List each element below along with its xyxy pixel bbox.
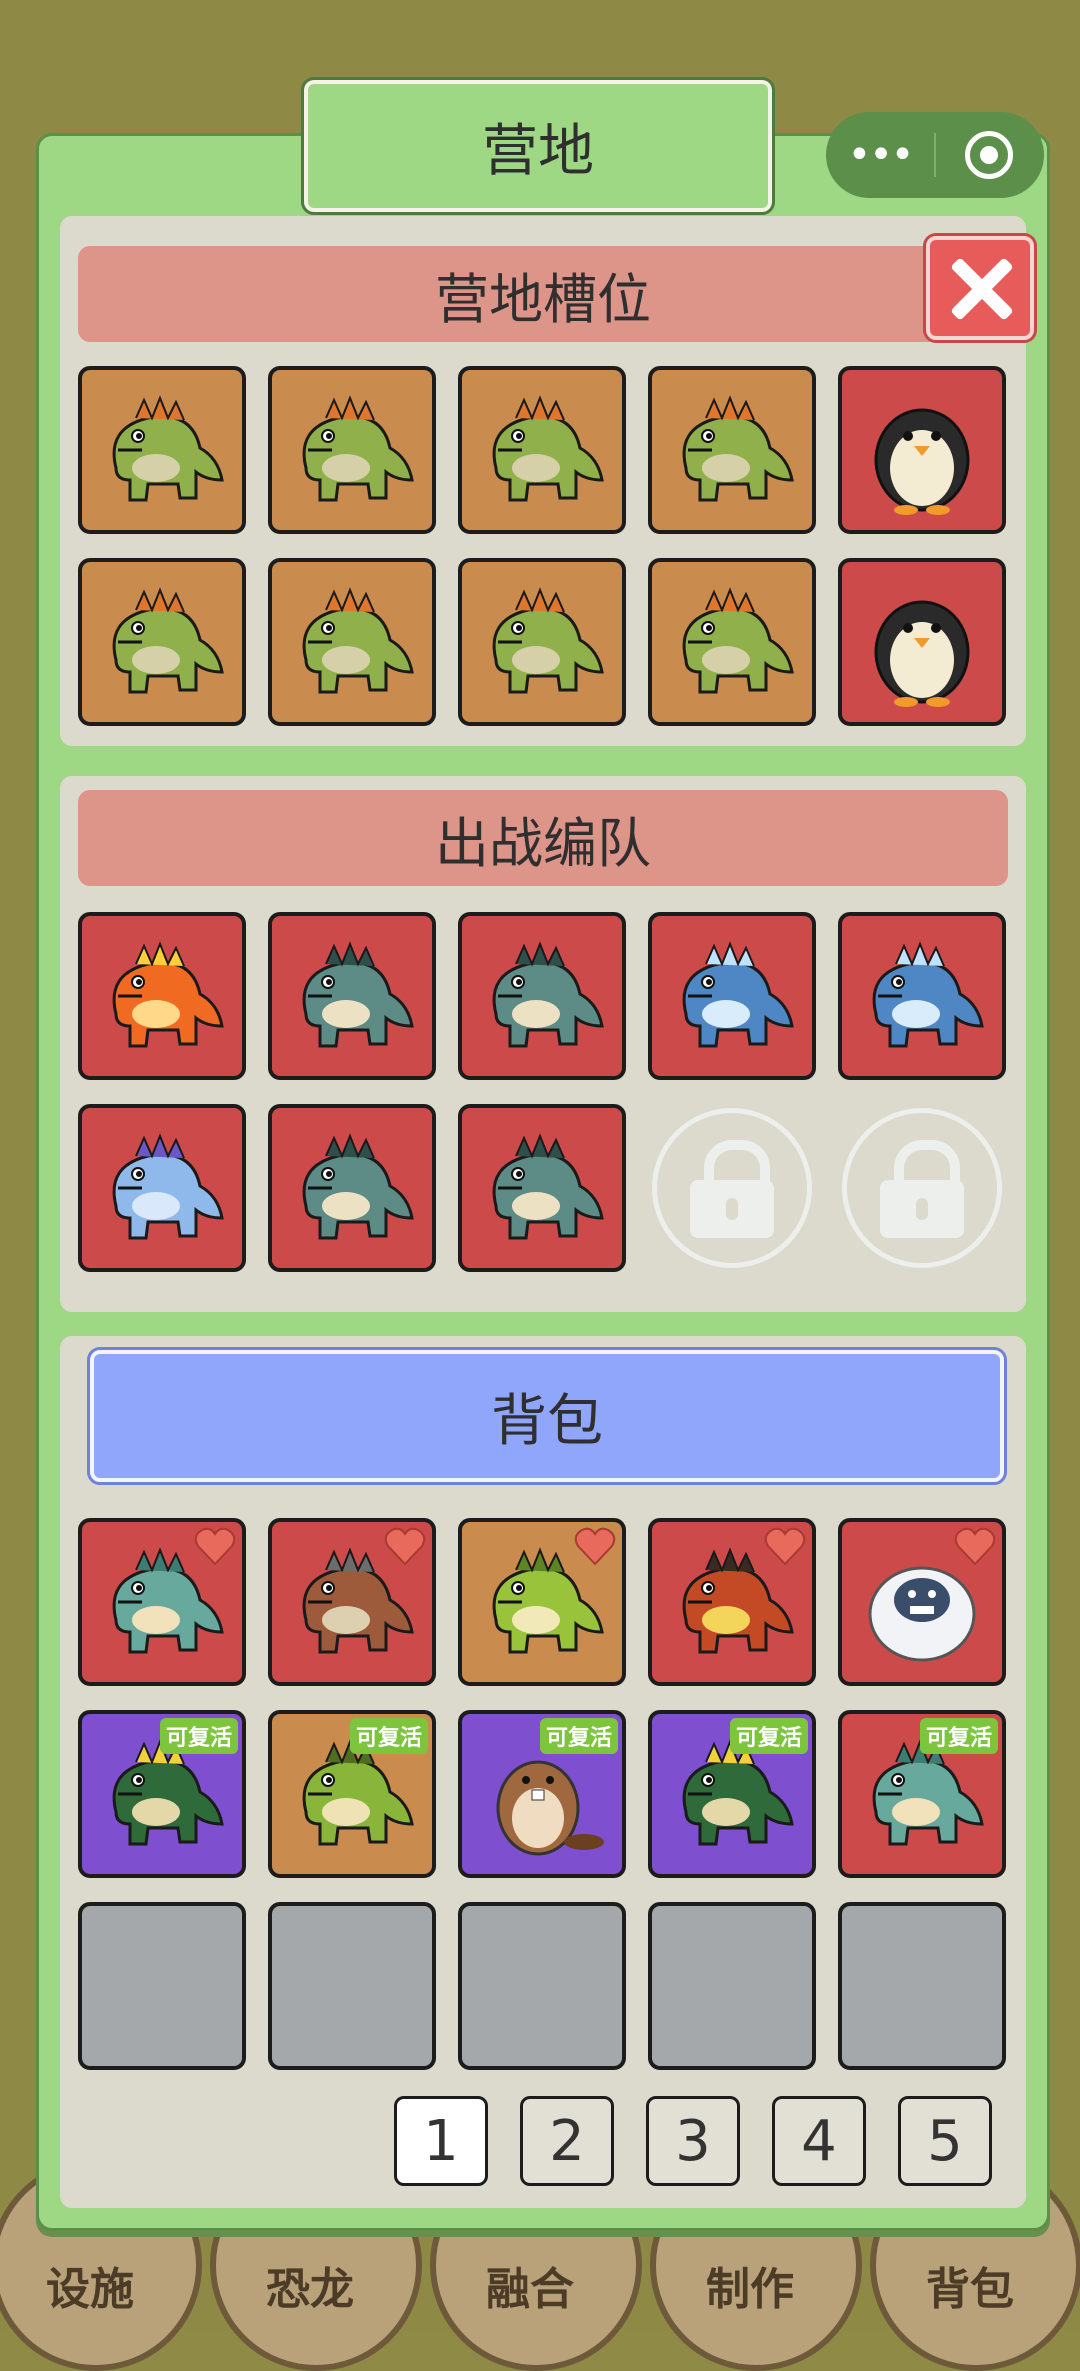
- bg-nav-label: 恐龙: [266, 2264, 354, 2315]
- stegosaurus-icon: [492, 395, 604, 502]
- backpack-slot[interactable]: [458, 1902, 626, 2070]
- camp-slots-header: 营地槽位: [78, 246, 1008, 342]
- camp-slot[interactable]: [648, 366, 816, 534]
- stegosaurus-icon: [112, 395, 224, 502]
- backpack-slot[interactable]: [648, 1902, 816, 2070]
- camp-slot[interactable]: [78, 558, 246, 726]
- camp-slots-panel: 营地槽位: [60, 216, 1026, 746]
- camp-title-tab: 营地: [301, 77, 775, 215]
- fire-dragon-icon: [112, 941, 224, 1048]
- revive-badge: 可复活: [539, 1718, 618, 1754]
- backpack-slot[interactable]: 可复活: [268, 1710, 436, 1878]
- mini-program-capsule: •••: [826, 112, 1044, 198]
- page-button-4[interactable]: 4: [772, 2096, 866, 2186]
- close-button[interactable]: [926, 236, 1034, 340]
- penguin-icon: [874, 600, 970, 707]
- battle-team-panel: 出战编队: [60, 776, 1026, 1312]
- close-icon: [947, 255, 1013, 321]
- more-icon[interactable]: •••: [826, 132, 934, 178]
- t-rex-teal-icon: [492, 1133, 604, 1240]
- bg-nav-label: 背包: [926, 2264, 1014, 2315]
- team-slot[interactable]: [458, 1104, 626, 1272]
- backpack-slot[interactable]: 可复活: [838, 1710, 1006, 1878]
- heart-icon: [954, 1527, 996, 1566]
- team-slot[interactable]: [648, 912, 816, 1080]
- camp-slot[interactable]: [838, 366, 1006, 534]
- backpack-panel: 背包 可复活 可复活 可复活 可复活 可复活: [60, 1336, 1026, 2208]
- backpack-slot[interactable]: [268, 1902, 436, 2070]
- bg-nav-label: 设施: [46, 2264, 134, 2315]
- backpack-slot[interactable]: 可复活: [458, 1710, 626, 1878]
- bg-nav-label: 制作: [706, 2264, 794, 2315]
- ice-ankylosaur-icon: [682, 941, 794, 1048]
- camp-slot[interactable]: [838, 558, 1006, 726]
- revive-badge: 可复活: [159, 1718, 238, 1754]
- camp-modal: 营地槽位 出战编队 背包 可复活 可复活 可复活 可复活 可复活: [36, 133, 1050, 2231]
- lock-icon: [842, 1108, 1002, 1268]
- stegosaurus-icon: [112, 587, 224, 694]
- stegosaurus-icon: [302, 587, 414, 694]
- t-rex-teal-icon: [302, 941, 414, 1048]
- heart-icon: [764, 1527, 806, 1566]
- revive-badge: 可复活: [349, 1718, 428, 1754]
- backpack-slot[interactable]: [838, 1518, 1006, 1686]
- stegosaurus-icon: [302, 395, 414, 502]
- heart-icon: [194, 1527, 236, 1566]
- camp-slot[interactable]: [648, 558, 816, 726]
- camp-slot[interactable]: [268, 558, 436, 726]
- battle-team-header: 出战编队: [78, 790, 1008, 886]
- page-button-1[interactable]: 1: [394, 2096, 488, 2186]
- page-button-2[interactable]: 2: [520, 2096, 614, 2186]
- camp-slot[interactable]: [268, 366, 436, 534]
- t-rex-teal-icon: [302, 1133, 414, 1240]
- team-slot[interactable]: [838, 912, 1006, 1080]
- camp-slot[interactable]: [458, 366, 626, 534]
- page-button-5[interactable]: 5: [898, 2096, 992, 2186]
- bg-nav-label: 融合: [486, 2264, 574, 2315]
- battle-team-grid: [78, 912, 1006, 1272]
- backpack-slot[interactable]: [648, 1518, 816, 1686]
- ice-dragon-icon: [112, 1133, 224, 1240]
- backpack-grid: 可复活 可复活 可复活 可复活 可复活: [78, 1518, 1006, 2070]
- team-slot[interactable]: [458, 912, 626, 1080]
- exit-target-icon[interactable]: [936, 131, 1042, 179]
- team-slot: [648, 1104, 816, 1272]
- backpack-slot[interactable]: [458, 1518, 626, 1686]
- team-slot[interactable]: [78, 1104, 246, 1272]
- stegosaurus-icon: [492, 587, 604, 694]
- revive-badge: 可复活: [729, 1718, 808, 1754]
- revive-badge: 可复活: [919, 1718, 998, 1754]
- heart-icon: [574, 1527, 616, 1566]
- backpack-slot[interactable]: [268, 1518, 436, 1686]
- backpack-slot[interactable]: [78, 1518, 246, 1686]
- ice-ankylosaur-icon: [872, 941, 984, 1048]
- team-slot: [838, 1104, 1006, 1272]
- penguin-icon: [874, 408, 970, 515]
- backpack-slot[interactable]: [838, 1902, 1006, 2070]
- backpack-slot[interactable]: 可复活: [78, 1710, 246, 1878]
- page-selector: 12345: [394, 2096, 992, 2186]
- stegosaurus-icon: [682, 587, 794, 694]
- backpack-slot[interactable]: [78, 1902, 246, 2070]
- page-button-3[interactable]: 3: [646, 2096, 740, 2186]
- team-slot[interactable]: [78, 912, 246, 1080]
- camp-slot[interactable]: [458, 558, 626, 726]
- t-rex-teal-icon: [492, 941, 604, 1048]
- backpack-header: 背包: [87, 1347, 1007, 1485]
- backpack-slot[interactable]: 可复活: [648, 1710, 816, 1878]
- team-slot[interactable]: [268, 1104, 436, 1272]
- stegosaurus-icon: [682, 395, 794, 502]
- team-slot[interactable]: [268, 912, 436, 1080]
- camp-slot[interactable]: [78, 366, 246, 534]
- heart-icon: [384, 1527, 426, 1566]
- camp-slots-grid: [78, 366, 1006, 726]
- lock-icon: [652, 1108, 812, 1268]
